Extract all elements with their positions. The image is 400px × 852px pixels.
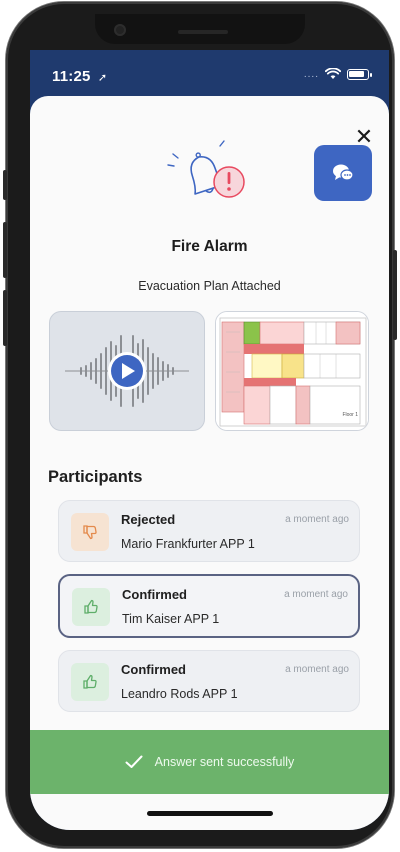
success-toast: Answer sent successfully: [30, 730, 389, 794]
thumbs-up-icon: [84, 599, 98, 614]
evacuation-plan-thumbnail[interactable]: Floor 1: [215, 311, 369, 431]
status-time: 11:25 ➚: [52, 68, 107, 85]
alert-title: Fire Alarm: [171, 238, 248, 255]
location-icon: ➚: [97, 72, 108, 84]
volume-down-button: [3, 290, 7, 346]
clock-text: 11:25: [52, 68, 91, 85]
thumbs-down-icon: [83, 525, 97, 540]
notch: [95, 14, 305, 44]
participant-name: Tim Kaiser APP 1: [122, 612, 220, 626]
waveform-graphic: [65, 335, 189, 407]
signal-icon: ....: [303, 68, 319, 80]
participant-time: a moment ago: [284, 589, 348, 600]
participant-card-confirmed[interactable]: Confirmed Leandro Rods APP 1 a moment ag…: [58, 650, 360, 712]
alert-sheet: ✕ Fire Alarm Evacuation Plan Attached Fl…: [30, 96, 389, 830]
volume-up-button: [3, 222, 7, 278]
mute-switch: [3, 170, 7, 200]
chat-bubbles-icon: [333, 164, 354, 181]
participant-name: Mario Frankfurter APP 1: [121, 537, 255, 551]
toast-message: Answer sent successfully: [154, 755, 295, 769]
participant-card-confirmed-selected[interactable]: Confirmed Tim Kaiser APP 1 a moment ago: [58, 574, 360, 638]
thumbs-up-badge: [72, 588, 110, 626]
audio-message-card[interactable]: [49, 311, 205, 431]
participant-card-rejected[interactable]: Rejected Mario Frankfurter APP 1 a momen…: [58, 500, 360, 562]
battery-icon: [347, 68, 372, 80]
thumbs-down-badge: [71, 513, 109, 551]
earpiece-speaker: [178, 30, 228, 34]
status-icons: ....: [303, 68, 372, 80]
bell-warning-icon: [160, 138, 260, 208]
participant-time: a moment ago: [285, 514, 349, 525]
power-button: [393, 250, 397, 340]
attachment-label: Evacuation Plan Attached: [138, 279, 281, 293]
thumbs-up-icon: [83, 674, 97, 689]
home-indicator[interactable]: [147, 811, 273, 816]
participant-status: Confirmed: [122, 587, 187, 602]
screen: 11:25 ➚ .... ✕ Fire Alarm Evacuation Pla…: [30, 50, 389, 830]
checkmark-icon: [125, 755, 143, 768]
wifi-icon: [325, 68, 341, 79]
participant-status: Rejected: [121, 512, 176, 527]
front-camera: [114, 24, 126, 36]
status-bar: 11:25 ➚ ....: [30, 50, 389, 98]
participants-heading: Participants: [48, 468, 143, 486]
participant-time: a moment ago: [285, 664, 349, 675]
participant-status: Confirmed: [121, 662, 186, 677]
floor-plan-floor-label: Floor 1: [342, 412, 358, 418]
thumbs-up-badge: [71, 663, 109, 701]
participant-name: Leandro Rods APP 1: [121, 687, 238, 701]
chat-button[interactable]: [314, 145, 372, 201]
